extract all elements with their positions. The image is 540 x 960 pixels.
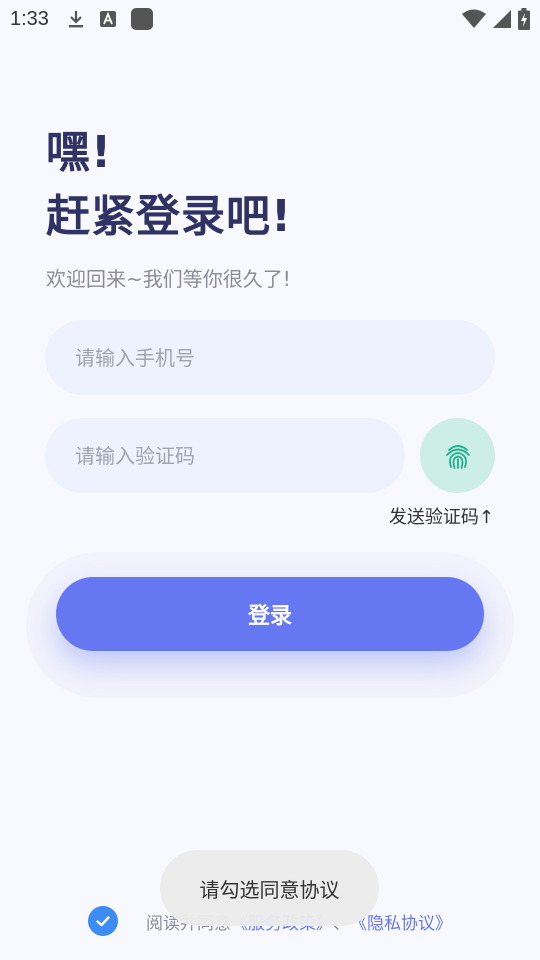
fingerprint-button[interactable] (420, 418, 495, 493)
status-bar: 1:33 (0, 0, 540, 38)
toast-message: 请勾选同意协议 (160, 850, 379, 926)
send-code-button[interactable]: 发送验证码↑ (389, 503, 494, 529)
app-square-icon (130, 8, 153, 30)
wifi-icon (462, 9, 486, 28)
status-time: 1:33 (10, 7, 49, 30)
check-icon (96, 916, 110, 927)
status-notifications (67, 8, 153, 30)
fingerprint-icon (445, 444, 470, 469)
login-button[interactable]: 登录 (56, 577, 484, 651)
a-letter-icon (99, 11, 116, 27)
welcome-subtitle: 欢迎回来~我们等你很久了! (46, 267, 291, 291)
verification-code-input[interactable] (45, 418, 405, 493)
login-title: 赶紧登录吧! (46, 191, 293, 242)
status-system (462, 0, 530, 38)
signal-icon (493, 10, 511, 28)
download-icon (68, 11, 83, 28)
battery-charging-icon (518, 8, 530, 30)
phone-input[interactable] (45, 320, 495, 395)
greeting-title: 嘿! (46, 127, 113, 178)
agreement-checkbox[interactable] (88, 906, 118, 936)
